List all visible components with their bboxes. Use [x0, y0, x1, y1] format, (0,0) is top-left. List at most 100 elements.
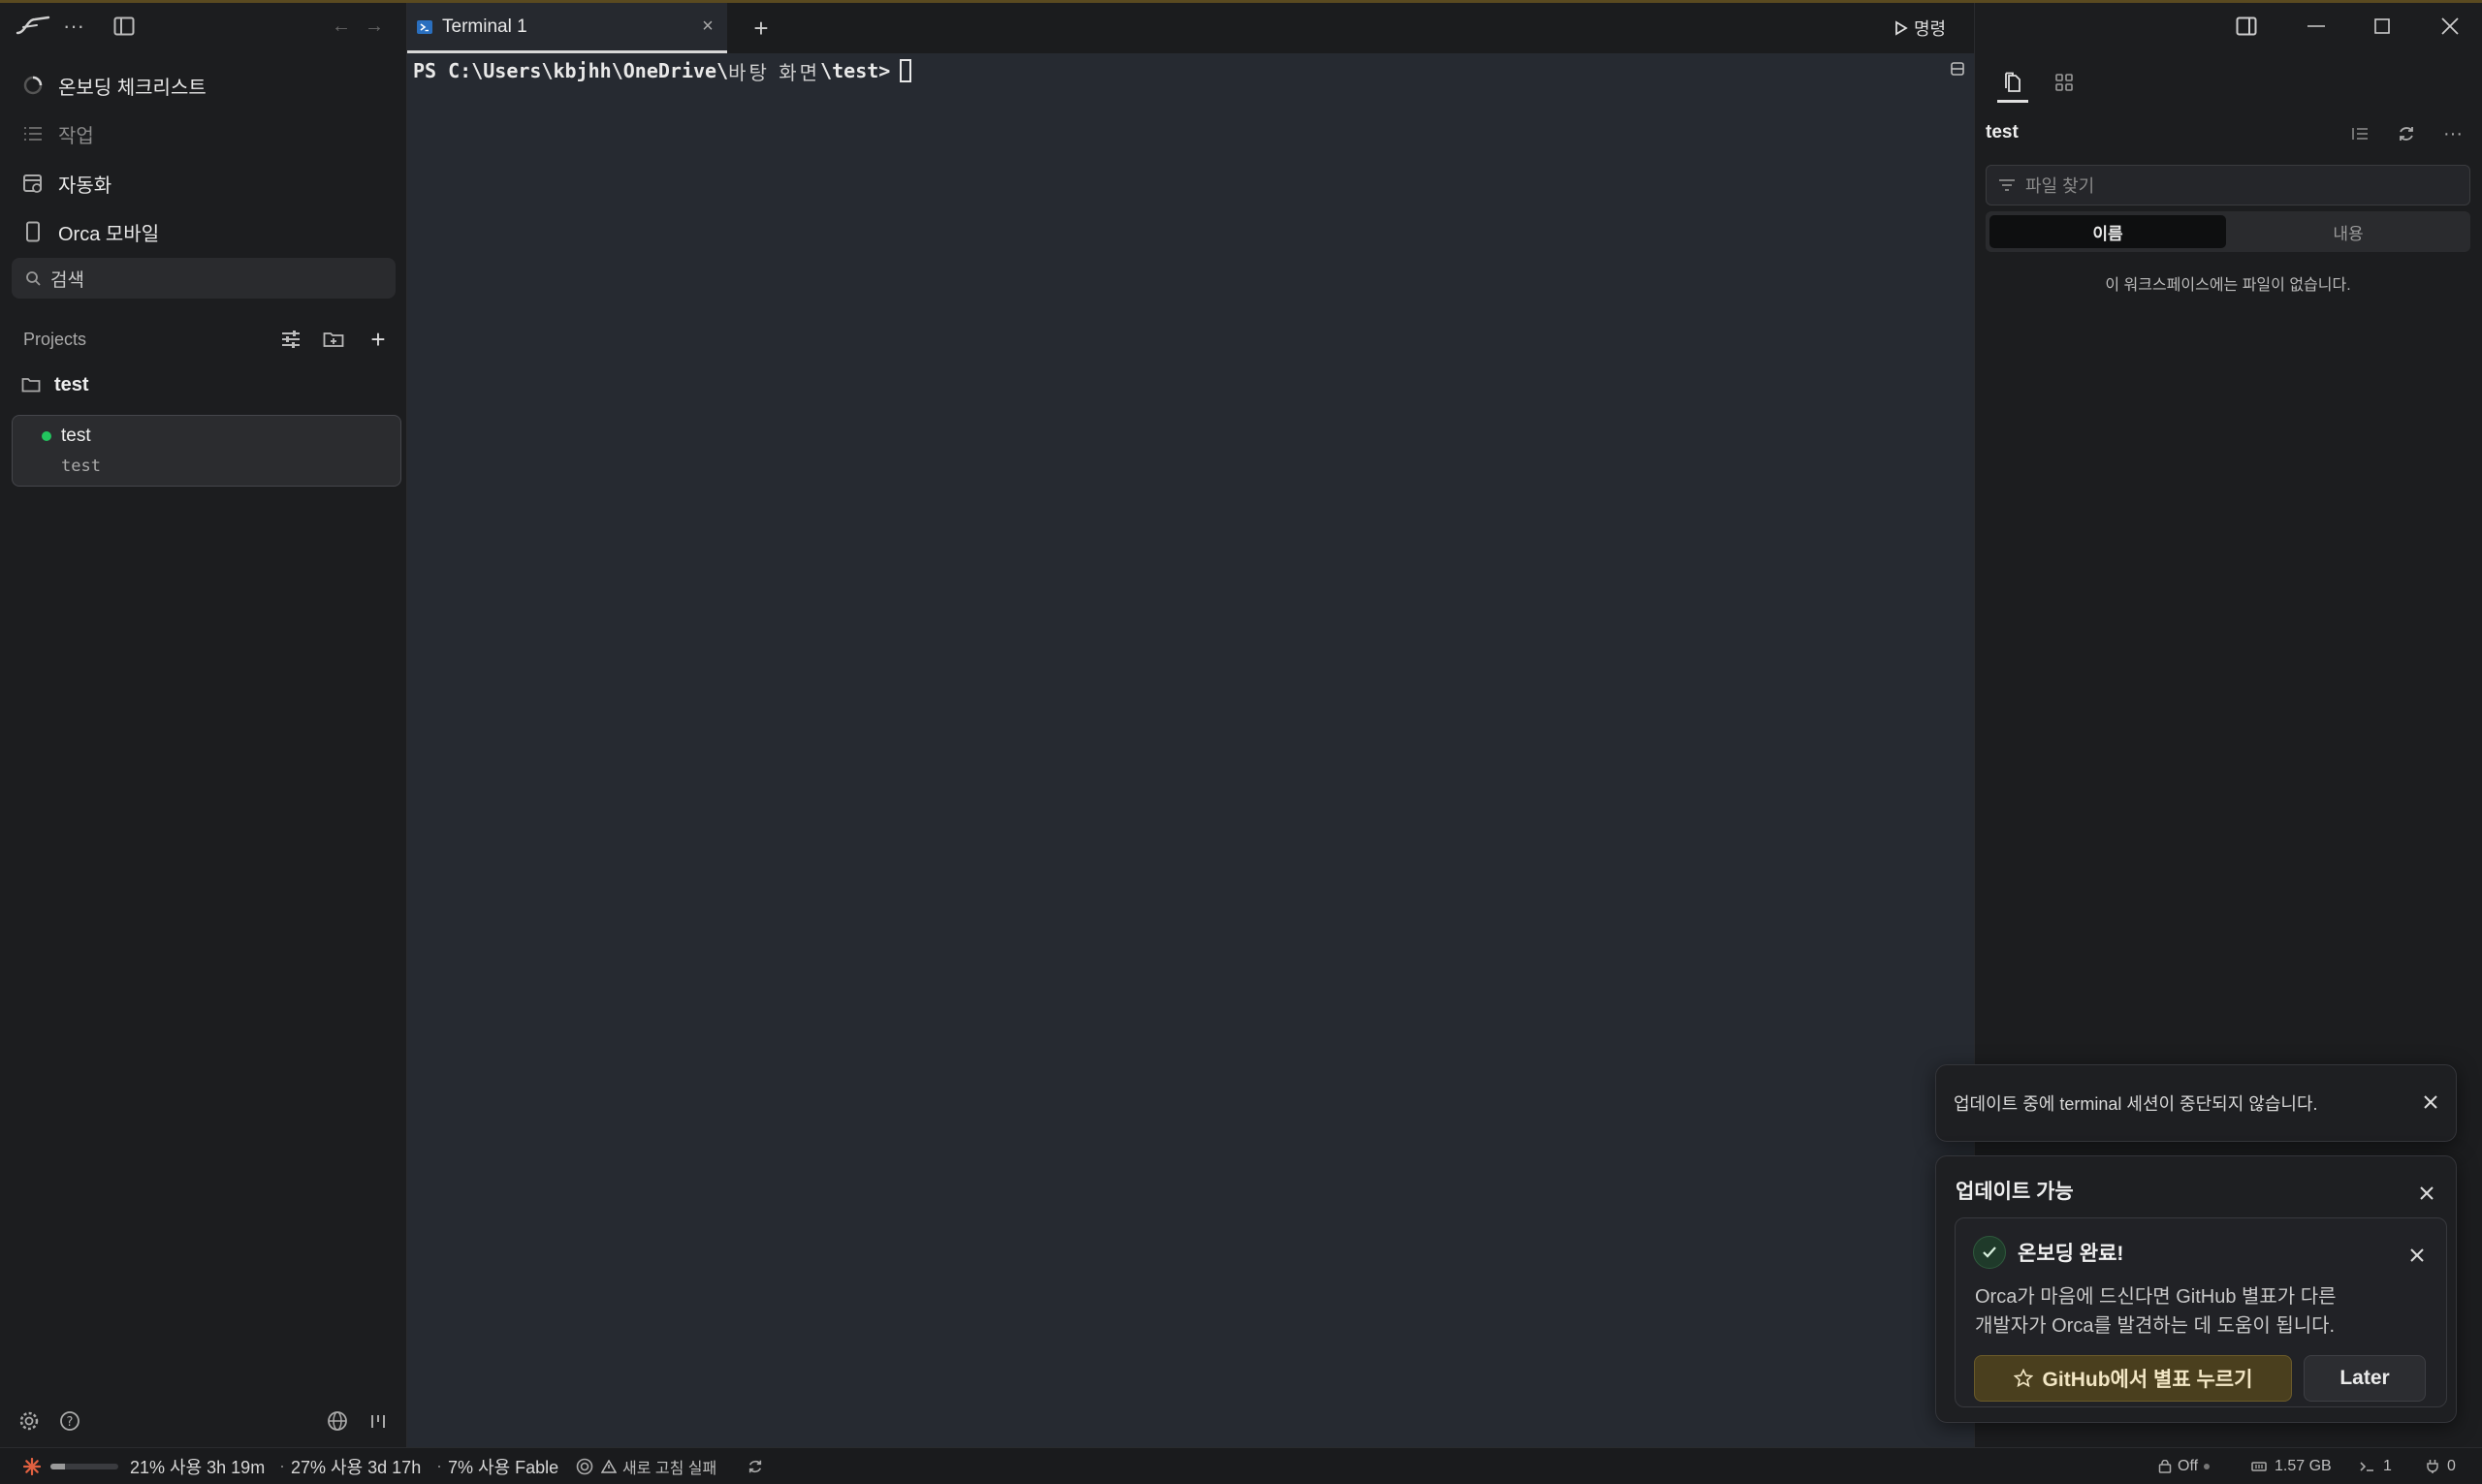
- plug-icon: [2426, 1459, 2439, 1474]
- separator-dot: ·: [436, 1456, 442, 1475]
- status-bar: 21% 사용 3h 19m · 27% 사용 3d 17h · 7% 사용 Fa…: [0, 1447, 2482, 1483]
- tab-label: Terminal 1: [442, 16, 527, 37]
- file-search-placeholder: 파일 찾기: [2025, 176, 2095, 196]
- sort-list-icon[interactable]: [2346, 120, 2373, 147]
- separator-dot: ·: [279, 1456, 285, 1475]
- workspace-name: test: [61, 426, 91, 446]
- refresh-failed-label: 새로 고침 실패: [622, 1460, 717, 1477]
- filter-sliders-icon[interactable]: [277, 326, 304, 353]
- usage-session: 21% 사용 3h 19m: [130, 1457, 266, 1477]
- sidebar-item-label: 온보딩 체크리스트: [58, 77, 207, 99]
- close-icon[interactable]: [2413, 1180, 2440, 1207]
- star-icon: [2013, 1369, 2033, 1388]
- close-icon[interactable]: [2417, 1089, 2444, 1116]
- usage-model: 7% 사용 Fable: [448, 1457, 559, 1477]
- usage-progress-fill: [50, 1463, 65, 1469]
- close-window-icon[interactable]: [2435, 12, 2465, 41]
- maximize-icon[interactable]: [2368, 12, 2397, 41]
- tab-terminal-1[interactable]: Terminal 1 ×: [407, 3, 727, 53]
- session-notice-toast: 업데이트 중에 terminal 세션이 중단되지 않습니다.: [1935, 1064, 2457, 1142]
- warning-icon: [601, 1459, 617, 1473]
- search-mode-name[interactable]: 이름: [1989, 215, 2226, 248]
- onboarding-body-line: 개발자가 Orca를 발견하는 데 도움이 됩니다.: [1975, 1315, 2336, 1337]
- ports-count: 0: [2447, 1457, 2456, 1474]
- status-dot: [2204, 1463, 2211, 1469]
- filter-icon: [1998, 178, 2016, 192]
- sidebar-item-onboarding[interactable]: 온보딩 체크리스트: [21, 66, 207, 105]
- sync-off-status[interactable]: Off: [2158, 1448, 2211, 1484]
- file-search-input[interactable]: 파일 찾기: [1986, 165, 2470, 205]
- forward-arrow-icon[interactable]: →: [363, 14, 386, 39]
- columns-icon[interactable]: [365, 1407, 392, 1435]
- refresh-icon[interactable]: [745, 1448, 766, 1484]
- prompt-path: PS C:\Users\kbjhh\OneDrive\: [413, 59, 729, 82]
- memory-value: 1.57 GB: [2275, 1457, 2332, 1474]
- search-input[interactable]: 검색: [12, 258, 396, 299]
- onboarding-body-line: Orca가 마음에 드신다면 GitHub 별표가 다른: [1975, 1286, 2337, 1308]
- later-button[interactable]: Later: [2304, 1355, 2426, 1402]
- back-arrow-icon[interactable]: ←: [330, 14, 353, 39]
- orca-logo-icon[interactable]: [14, 12, 52, 39]
- search-placeholder: 검색: [50, 269, 84, 291]
- list-icon: [21, 122, 45, 145]
- settings-gear-icon[interactable]: [16, 1407, 43, 1435]
- empty-files-message: 이 워크스페이스에는 파일이 없습니다.: [2105, 277, 2351, 294]
- check-icon: [1973, 1236, 2006, 1269]
- close-icon[interactable]: [2403, 1242, 2431, 1269]
- phone-icon: [21, 220, 45, 243]
- add-project-icon[interactable]: +: [365, 325, 392, 354]
- usage-week: 27% 사용 3d 17h: [291, 1457, 422, 1477]
- help-icon[interactable]: ?: [56, 1407, 83, 1435]
- minimize-icon[interactable]: [2302, 12, 2331, 41]
- project-folder-label: test: [54, 373, 89, 395]
- add-folder-icon[interactable]: [320, 326, 347, 353]
- sidebar-item-automation[interactable]: 자동화: [21, 164, 111, 203]
- files-tab-icon[interactable]: [1997, 64, 2028, 103]
- prompt-korean-dir: 바탕 화면: [728, 60, 821, 84]
- search-mode-content[interactable]: 내용: [2230, 215, 2466, 248]
- terminal-scroll-marker-icon[interactable]: [1949, 60, 1966, 78]
- refresh-icon[interactable]: [2393, 120, 2420, 147]
- prompt-suffix: \test>: [820, 59, 891, 82]
- terminals-status[interactable]: 1: [2360, 1448, 2392, 1484]
- terminal-cursor: [900, 59, 912, 82]
- ports-status[interactable]: 0: [2426, 1448, 2456, 1484]
- grid-tab-icon[interactable]: [2050, 68, 2079, 97]
- refresh-failed-status[interactable]: 새로 고침 실패: [601, 1448, 716, 1484]
- terminal-prompt-icon: [2360, 1461, 2375, 1472]
- globe-icon[interactable]: [324, 1407, 351, 1435]
- sidebar-item-label: 자동화: [58, 174, 112, 197]
- usage-progress-bar: [50, 1448, 118, 1484]
- project-folder-test[interactable]: test: [21, 370, 89, 399]
- command-label: 명령: [1914, 19, 1947, 39]
- session-notice-text: 업데이트 중에 terminal 세션이 중단되지 않습니다.: [1954, 1094, 2318, 1114]
- terminal-area[interactable]: [407, 53, 1974, 1447]
- toggle-sidebar-icon[interactable]: [111, 14, 138, 39]
- search-icon: [25, 270, 41, 286]
- more-icon[interactable]: ···: [60, 14, 87, 39]
- workspace-card[interactable]: test test: [12, 415, 401, 487]
- sidebar-item-tasks[interactable]: 작업: [21, 114, 94, 153]
- new-tab-icon[interactable]: +: [748, 14, 774, 43]
- more-options-icon[interactable]: ···: [2439, 120, 2466, 147]
- openai-icon: [574, 1448, 595, 1484]
- status-dot: [42, 431, 51, 441]
- toggle-right-panel-icon[interactable]: [2232, 12, 2261, 41]
- command-button[interactable]: 명령: [1894, 14, 1946, 43]
- github-star-label: GitHub에서 별표 누르기: [2042, 1369, 2253, 1391]
- onboarding-title: 온보딩 완료!: [2018, 1243, 2124, 1265]
- calendar-clock-icon: [21, 172, 45, 195]
- memory-status[interactable]: 1.57 GB: [2251, 1448, 2332, 1484]
- onboarding-body: Orca가 마음에 드신다면 GitHub 별표가 다른 개발자가 Orca를 …: [1975, 1282, 2337, 1341]
- folder-icon: [21, 377, 41, 393]
- claude-sparkle-icon: [21, 1448, 43, 1484]
- github-star-button[interactable]: GitHub에서 별표 누르기: [1974, 1355, 2292, 1402]
- powershell-icon: [417, 19, 432, 35]
- workspace-title: test: [1986, 122, 2019, 142]
- svg-text:?: ?: [67, 1415, 74, 1430]
- close-tab-icon[interactable]: ×: [698, 16, 717, 37]
- off-label: Off: [2178, 1457, 2199, 1474]
- sidebar-item-label: 작업: [58, 125, 94, 147]
- workspace-branch: test: [61, 457, 101, 476]
- sidebar-item-orca-mobile[interactable]: Orca 모바일: [21, 212, 159, 251]
